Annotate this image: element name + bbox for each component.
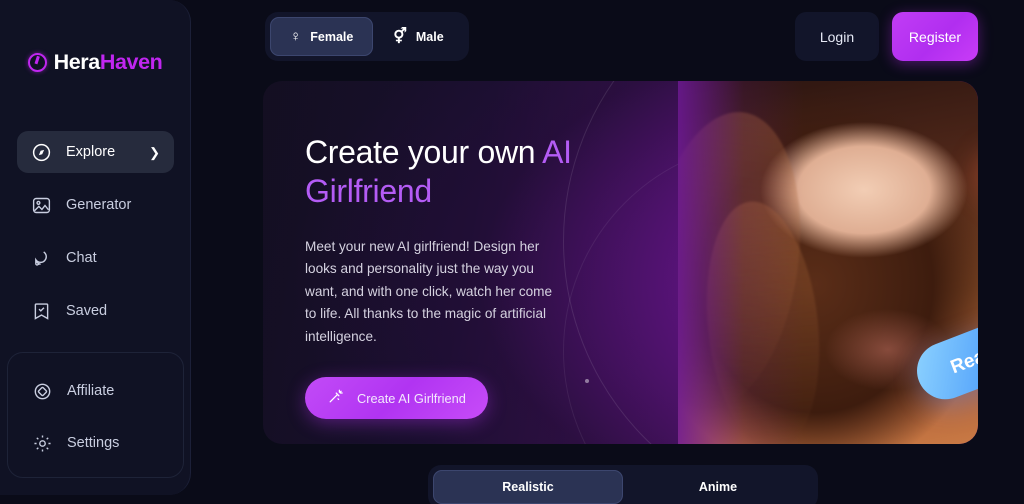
cta-label: Create AI Girlfriend bbox=[357, 390, 466, 406]
hero-title: Create your own AI Girlfriend bbox=[305, 133, 585, 211]
tab-anime[interactable]: Anime bbox=[623, 470, 813, 504]
hero-content: Create your own AI Girlfriend Meet your … bbox=[305, 133, 585, 420]
brand-name-second: Haven bbox=[99, 50, 163, 74]
gender-option-label: Female bbox=[310, 29, 354, 44]
circle-ring-logo-icon bbox=[27, 53, 47, 72]
bookmark-check-icon bbox=[31, 301, 52, 322]
compass-icon bbox=[31, 142, 52, 163]
sidebar-item-label: Affiliate bbox=[67, 383, 115, 399]
gender-option-label: Male bbox=[415, 29, 444, 44]
sidebar-item-label: Saved bbox=[66, 303, 108, 319]
sidebar-item-label: Explore bbox=[66, 144, 116, 160]
magic-wand-icon bbox=[327, 388, 344, 408]
decorative-dot bbox=[585, 379, 589, 383]
gender-filter-switch: ♀ Female ⚥ Male bbox=[265, 12, 469, 61]
sidebar-item-chat[interactable]: Chat bbox=[17, 237, 174, 279]
brand-logo[interactable]: HeraHaven bbox=[0, 50, 190, 75]
sidebar-item-explore[interactable]: Explore ❯ bbox=[17, 131, 174, 173]
mars-icon: ⚥ bbox=[393, 28, 407, 45]
sidebar-item-label: Settings bbox=[67, 435, 120, 451]
login-button[interactable]: Login bbox=[795, 12, 879, 61]
sidebar-item-settings[interactable]: Settings bbox=[18, 422, 173, 464]
auth-actions: Login Register bbox=[795, 12, 978, 61]
gear-icon bbox=[32, 433, 53, 454]
gender-option-male[interactable]: ⚥ Male bbox=[373, 17, 463, 56]
brand-name-first: Hera bbox=[53, 50, 101, 74]
sidebar-main-nav: Explore ❯ Generator Chat Saved bbox=[17, 131, 174, 343]
sidebar-secondary-nav: Affiliate Settings bbox=[7, 352, 184, 478]
sidebar: HeraHaven Explore ❯ Generator Chat Saved… bbox=[0, 0, 191, 495]
image-user-icon bbox=[31, 195, 52, 216]
diamond-share-icon bbox=[32, 381, 53, 402]
sidebar-item-label: Chat bbox=[66, 250, 97, 266]
chevron-right-icon: ❯ bbox=[149, 144, 160, 160]
venus-icon: ♀ bbox=[290, 28, 302, 45]
sidebar-item-affiliate[interactable]: Affiliate bbox=[18, 370, 173, 412]
sidebar-item-generator[interactable]: Generator bbox=[17, 184, 174, 226]
style-tab-switch: Realistic Anime bbox=[428, 465, 818, 504]
hair-detail bbox=[695, 195, 831, 444]
hero-title-plain: Create your own bbox=[305, 134, 543, 170]
sidebar-item-saved[interactable]: Saved bbox=[17, 290, 174, 332]
chat-bubble-icon bbox=[31, 248, 52, 269]
brand-name: HeraHaven bbox=[54, 50, 163, 75]
create-ai-girlfriend-button[interactable]: Create AI Girlfriend bbox=[305, 377, 488, 420]
gender-option-female[interactable]: ♀ Female bbox=[270, 17, 374, 56]
hair-detail bbox=[678, 102, 819, 420]
hero-description: Meet your new AI girlfriend! Design her … bbox=[305, 239, 553, 344]
hero-banner: Create your own AI Girlfriend Meet your … bbox=[263, 81, 978, 444]
register-button[interactable]: Register bbox=[892, 12, 978, 61]
sidebar-item-label: Generator bbox=[66, 197, 132, 213]
tab-realistic[interactable]: Realistic bbox=[433, 470, 623, 504]
